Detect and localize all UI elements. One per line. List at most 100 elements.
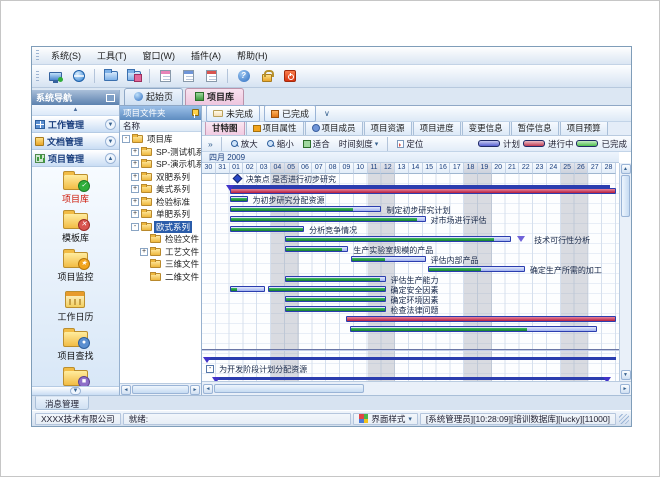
task-bar[interactable] <box>285 246 348 252</box>
chevron-down-icon[interactable]: ▼ <box>105 119 116 130</box>
toolbar-button-report-blue-icon[interactable] <box>178 67 199 86</box>
tree-node-三维文件[interactable]: 三维文件 <box>120 258 201 271</box>
inprogress-bar[interactable] <box>346 316 616 322</box>
resize-grip[interactable] <box>619 414 629 424</box>
tab-项目进度[interactable]: 项目进度 <box>413 122 461 135</box>
menu-item-帮助(H)[interactable]: 帮助(H) <box>229 47 276 64</box>
chevron-up-icon[interactable]: ▲ <box>105 153 116 164</box>
tree-node-美式系列[interactable]: +美式系列 <box>120 183 201 196</box>
task-bar[interactable] <box>230 196 248 202</box>
tree-node-项目库[interactable]: -项目库 <box>120 133 201 146</box>
filter-button-已完成[interactable]: 已完成 <box>264 105 316 122</box>
sidebar-group-工作管理[interactable]: 工作管理▼ <box>32 116 119 133</box>
gantt-hscroll-thumb[interactable] <box>214 384 364 393</box>
filter-button-未完成[interactable]: 未完成 <box>206 105 260 122</box>
gantt-vscroll-thumb[interactable] <box>621 175 630 217</box>
expand-icon[interactable]: + <box>131 185 139 193</box>
sidebar-item-模板库[interactable]: 模板库 <box>62 213 89 244</box>
toolbar-button-report-red-icon[interactable] <box>201 67 222 86</box>
task-bar[interactable] <box>230 216 426 222</box>
toolbar-button-monitor-icon[interactable] <box>45 67 66 86</box>
pin-icon[interactable] <box>191 109 198 118</box>
task-bar[interactable] <box>285 236 511 242</box>
scroll-down-icon[interactable]: ▼ <box>621 370 631 380</box>
toolbar-button-help-icon[interactable]: ? <box>233 67 254 86</box>
menu-item-工具(T)[interactable]: 工具(T) <box>89 47 135 64</box>
tree-node-SP-演示机系[interactable]: +SP-演示机系 <box>120 158 201 171</box>
toolbar-button-report-pink-icon[interactable] <box>155 67 176 86</box>
expand-icon[interactable]: + <box>131 148 139 156</box>
milestone-marker[interactable] <box>232 174 242 183</box>
tree-hscroll-thumb[interactable] <box>132 385 189 394</box>
toolbar-button-power-icon[interactable] <box>279 67 300 86</box>
sidebar-scroll-up[interactable]: ▲ <box>32 105 119 116</box>
tree-node-检验标准[interactable]: +检验标准 <box>120 196 201 209</box>
tab-项目成员[interactable]: 项目成员 <box>305 122 363 135</box>
toolbar-button-lock-icon[interactable] <box>256 67 277 86</box>
menu-grip[interactable] <box>36 50 39 61</box>
locate-button[interactable]: 定位 <box>394 137 426 151</box>
task-bar[interactable] <box>230 226 305 232</box>
sidebar-item-项目查找[interactable]: 项目查找 <box>57 331 93 362</box>
task-bar[interactable] <box>428 266 525 272</box>
doc-tab-项目库[interactable]: 项目库 <box>185 88 244 105</box>
scroll-right-icon[interactable]: ► <box>620 384 630 394</box>
toolbar-button-folder-disk-icon[interactable] <box>123 67 144 86</box>
zoom-out-button[interactable]: 缩小 <box>264 137 297 151</box>
task-bar[interactable] <box>285 306 386 312</box>
task-bar[interactable] <box>351 256 426 262</box>
summary-inprogress-bar[interactable] <box>230 188 616 194</box>
scroll-up-icon[interactable]: ▲ <box>621 164 631 174</box>
fit-button[interactable]: 适合 <box>300 137 333 151</box>
tree-node-欧式系列[interactable]: -欧式系列 <box>120 221 201 234</box>
sidebar-item-工作日历[interactable]: 工作日历 <box>57 291 93 323</box>
sidebar-item-项目监控[interactable]: 项目监控 <box>57 252 93 283</box>
collapse-icon[interactable]: - <box>206 365 214 373</box>
menu-item-系统(S)[interactable]: 系统(S) <box>43 47 89 64</box>
tab-项目预算[interactable]: 项目预算 <box>560 122 608 135</box>
summary-bar[interactable] <box>214 377 607 380</box>
doc-tab-起始页[interactable]: 起始页 <box>124 88 183 105</box>
sidebar-item-任务查找[interactable]: 任务查找 <box>57 370 93 386</box>
toolbar-grip[interactable] <box>36 71 39 82</box>
task-bar[interactable] <box>285 296 386 302</box>
task-bar[interactable] <box>268 286 385 292</box>
ui-style-button[interactable]: 界面样式 ▾ <box>353 413 418 425</box>
sidebar-toggle-icon[interactable] <box>106 94 115 102</box>
scroll-right-icon[interactable]: ► <box>190 385 200 395</box>
scroll-left-icon[interactable]: ◄ <box>203 384 213 394</box>
sidebar-group-文档管理[interactable]: 文档管理▼ <box>32 133 119 150</box>
task-bar[interactable] <box>350 326 597 332</box>
sidebar-group-项目管理[interactable]: 项目管理▲ <box>32 150 119 167</box>
tree-hscrollbar[interactable]: ◄ ► <box>120 383 201 395</box>
summary-bar[interactable] <box>205 357 616 360</box>
chevron-down-icon[interactable]: ▼ <box>70 387 81 395</box>
task-bar[interactable] <box>230 286 266 292</box>
expand-icon[interactable]: + <box>140 248 148 256</box>
toolbar-overflow-icon[interactable]: » <box>206 139 215 149</box>
zoom-in-button[interactable]: 放大 <box>228 137 261 151</box>
expand-icon[interactable]: + <box>131 210 139 218</box>
toolbar-button-globe-icon[interactable] <box>68 67 89 86</box>
scroll-left-icon[interactable]: ◄ <box>121 385 131 395</box>
tree-node-双肥系列[interactable]: +双肥系列 <box>120 171 201 184</box>
menu-item-窗口(W)[interactable]: 窗口(W) <box>135 47 184 64</box>
tree-node-工艺文件[interactable]: +工艺文件 <box>120 246 201 259</box>
chevron-down-icon[interactable]: ▼ <box>105 136 116 147</box>
tab-甘特图[interactable]: 甘特图 <box>205 122 245 135</box>
task-bar[interactable] <box>285 276 386 282</box>
tree-node-单肥系列[interactable]: +单肥系列 <box>120 208 201 221</box>
tree-node-二维文件[interactable]: 二维文件 <box>120 271 201 284</box>
chevron-down-icon[interactable]: ∨ <box>320 109 334 118</box>
collapse-icon[interactable]: - <box>131 223 139 231</box>
gantt-hscrollbar[interactable]: ◄ ► <box>202 382 631 395</box>
tree-node-SP-测试机系[interactable]: +SP-测试机系 <box>120 146 201 159</box>
tab-暂停信息[interactable]: 暂停信息 <box>511 122 559 135</box>
collapse-icon[interactable]: - <box>122 135 130 143</box>
expand-icon[interactable]: + <box>131 173 139 181</box>
tab-message-management[interactable]: 消息管理 <box>35 396 89 410</box>
task-bar[interactable] <box>230 206 382 212</box>
gantt-vscrollbar[interactable]: ▲ ▼ <box>619 163 631 381</box>
timescale-dropdown[interactable]: 时间刻度 ▾ <box>336 137 382 151</box>
tab-变更信息[interactable]: 变更信息 <box>462 122 510 135</box>
